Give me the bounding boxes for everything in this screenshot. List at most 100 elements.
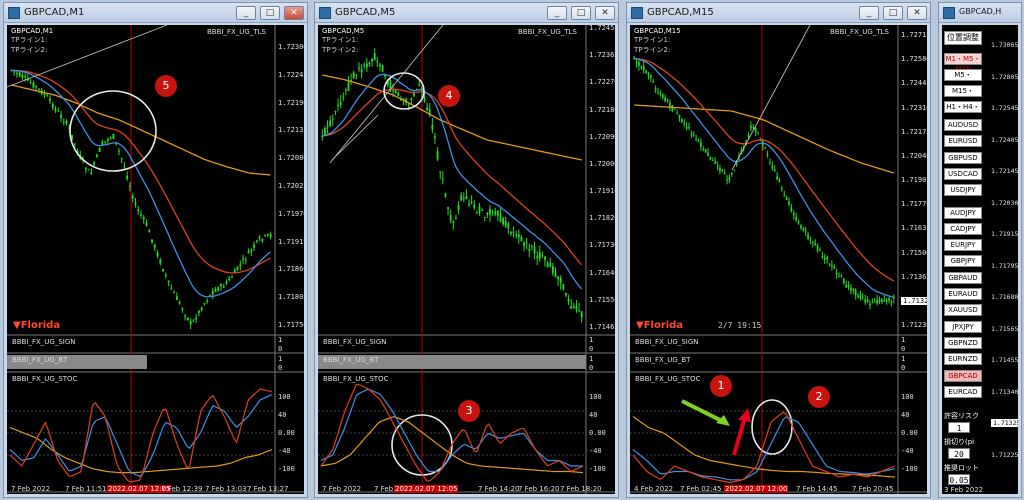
candle-body	[520, 237, 523, 242]
chart-window-m1[interactable]: GBPCAD,M1 _ □ ✕ GBPCAD,M1 TPライン1: TPライン2…	[3, 2, 308, 498]
candle-body	[231, 276, 233, 278]
candle-body	[239, 264, 242, 267]
price-tick-label: 1.71640	[589, 268, 615, 277]
candle-body	[426, 107, 429, 111]
candle-body	[21, 74, 24, 78]
candle-body	[200, 307, 203, 311]
candle-body	[731, 172, 733, 175]
pair-button-gbpjpy[interactable]: GBPJPY	[944, 255, 982, 268]
minimize-button[interactable]: _	[236, 6, 256, 20]
candle-body	[814, 243, 817, 246]
candle-body	[225, 281, 228, 284]
timeframe-button[interactable]: M1・M5・M15	[944, 53, 982, 73]
pair-button-usdcad[interactable]: USDCAD	[944, 167, 982, 180]
stoploss-input[interactable]: 20	[948, 448, 970, 459]
sub-window-1-name: BBBI_FX_UG_SIGN	[635, 338, 699, 346]
pair-button-gbpusd[interactable]: GBPUSD	[944, 151, 982, 164]
price-tick-label: 1.71730	[589, 241, 615, 250]
price-tick-label: 1.71325	[991, 419, 1018, 427]
close-button[interactable]: ✕	[595, 6, 615, 20]
candle-body	[711, 160, 714, 162]
candle-body	[804, 230, 807, 232]
window-titlebar[interactable]: GBPCAD,H	[939, 3, 1021, 23]
pair-button-gbpcad[interactable]: GBPCAD	[944, 369, 982, 382]
timeframe-button[interactable]: M5・M15・H1	[944, 69, 982, 89]
lot-input[interactable]: 0.05	[948, 474, 970, 485]
price-tick-label: 1.72805	[991, 72, 1018, 81]
pair-button-audusd[interactable]: AUDUSD	[944, 119, 982, 131]
sub2-value-label: 0	[901, 364, 906, 372]
chart-window-m5[interactable]: GBPCAD,M5 _ □ ✕ GBPCAD,M5 TPライン1: TPライン2…	[314, 2, 619, 498]
time-axis-label: 7 Feb 18:20	[560, 485, 602, 493]
candle-body	[49, 98, 51, 101]
candle-body	[126, 175, 129, 179]
time-axis-label: 7 Feb 20:45	[852, 485, 894, 493]
pair-button-audjpy[interactable]: AUDJPY	[944, 206, 982, 219]
candle-body	[352, 72, 355, 79]
candle-body	[525, 242, 528, 244]
candle-body	[468, 203, 470, 205]
chart-canvas[interactable]: GBPCAD,M1 TPライン1: TPライン2: BBBI_FX_UG_TLS…	[7, 25, 304, 494]
stoc-level-label: 100	[901, 393, 914, 401]
chart-window-panel[interactable]: GBPCAD,H 位置調整 M1・M5・M15M5・M15・H1M15・H1・H…	[938, 2, 1022, 498]
candle-body	[546, 262, 549, 268]
timeframe-button[interactable]: H1・H4・D1	[944, 101, 982, 121]
close-button[interactable]: ✕	[284, 6, 304, 20]
candle-body	[857, 295, 859, 298]
maximize-button[interactable]: □	[883, 6, 903, 20]
price-chart-svg[interactable]	[630, 25, 927, 494]
price-tick-label: 1.71340	[991, 387, 1018, 396]
candle-body	[557, 276, 560, 280]
candle-body	[533, 246, 536, 254]
candle-body	[771, 165, 774, 169]
candle-body	[106, 139, 109, 141]
pair-button-gbpaud[interactable]: GBPAUD	[944, 271, 982, 284]
stoc-level-label: 40	[278, 411, 287, 419]
position-adjust-button[interactable]: 位置調整	[944, 31, 982, 45]
candle-body	[120, 158, 123, 160]
pair-button-xauusd[interactable]: XAUUSD	[944, 304, 982, 317]
pair-button-jpxjpy[interactable]: JPXJPY	[944, 320, 982, 333]
sub1-value-label: 0	[901, 345, 906, 353]
candle-body	[217, 287, 220, 291]
risk-input[interactable]: 1	[948, 422, 970, 433]
chart-canvas[interactable]: GBPCAD,M5 TPライン1: TPライン2: BBBI_FX_UG_TLS…	[318, 25, 615, 494]
candle-body	[159, 259, 162, 264]
maximize-button[interactable]: □	[260, 6, 280, 20]
window-titlebar[interactable]: GBPCAD,M1 _ □ ✕	[4, 3, 307, 23]
time-axis-label: 7 Feb 13:03	[205, 485, 247, 493]
price-chart-svg[interactable]	[318, 25, 615, 494]
candle-body	[673, 108, 676, 110]
sub-window-3-name: BBBI_FX_UG_STOC	[323, 375, 389, 383]
candle-body	[823, 257, 826, 260]
candle-body	[189, 320, 192, 325]
chart-window-m15[interactable]: GBPCAD,M15 _ □ ✕ GBPCAD,M15 TPライン1: TPライ…	[626, 2, 931, 498]
pair-button-gbpnzd[interactable]: GBPNZD	[944, 336, 982, 349]
pair-button-eurcad[interactable]: EURCAD	[944, 385, 982, 398]
pair-button-cadjpy[interactable]: CADJPY	[944, 222, 982, 235]
timeframe-button[interactable]: M15・H1・H4	[944, 85, 982, 105]
close-button[interactable]: ✕	[907, 6, 927, 20]
candle-body	[821, 256, 824, 258]
candle-body	[850, 287, 852, 291]
tp-line-1-label: TPライン1:	[11, 36, 48, 44]
candle-body	[562, 284, 565, 290]
window-titlebar[interactable]: GBPCAD,M15 _ □ ✕	[627, 3, 930, 23]
pair-button-eurusd[interactable]: EURUSD	[944, 135, 982, 148]
pair-button-usdjpy[interactable]: USDJPY	[944, 184, 982, 197]
pair-button-eurjpy[interactable]: EURJPY	[944, 239, 982, 252]
pair-button-eurnzd[interactable]: EURNZD	[944, 353, 982, 366]
minimize-button[interactable]: _	[547, 6, 567, 20]
window-titlebar[interactable]: GBPCAD,M5 _ □ ✕	[315, 3, 618, 23]
candle-body	[764, 147, 767, 149]
maximize-button[interactable]: □	[571, 6, 591, 20]
pair-button-euraud[interactable]: EURAUD	[944, 288, 982, 300]
price-chart-svg[interactable]	[7, 25, 304, 494]
chart-window-icon	[943, 7, 955, 19]
candle-body	[809, 239, 812, 241]
chart-canvas[interactable]: 位置調整 M1・M5・M15M5・M15・H1M15・H1・H4H1・H4・D1…	[942, 25, 1018, 494]
chart-canvas[interactable]: GBPCAD,M15 TPライン1: TPライン2: BBBI_FX_UG_TL…	[630, 25, 927, 494]
candle-body	[747, 134, 750, 137]
minimize-button[interactable]: _	[859, 6, 879, 20]
candle-body	[104, 141, 107, 143]
